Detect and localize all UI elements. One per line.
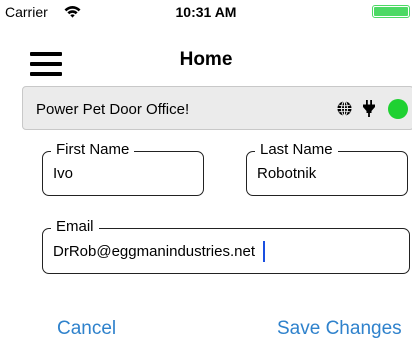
battery-icon: [372, 5, 410, 18]
last-name-field: Last Name: [246, 140, 408, 196]
plug-icon: [363, 100, 375, 117]
first-name-field: First Name: [42, 140, 204, 196]
email-field: Email: [42, 217, 410, 274]
text-cursor: [263, 241, 265, 262]
status-bar: Carrier 10:31 AM: [0, 0, 412, 22]
globe-icon: [337, 101, 352, 116]
connection-status-dot: [388, 99, 408, 119]
cancel-button[interactable]: Cancel: [57, 318, 116, 339]
first-name-input[interactable]: [53, 152, 195, 195]
last-name-input[interactable]: [257, 152, 399, 195]
device-name: Power Pet Door Office!: [36, 101, 190, 118]
email-input[interactable]: [53, 229, 401, 273]
device-bar[interactable]: Power Pet Door Office!: [22, 86, 412, 130]
status-time: 10:31 AM: [175, 4, 237, 20]
nav-bar: Home: [0, 22, 412, 82]
battery-level: [374, 7, 408, 16]
page-title: Home: [179, 49, 233, 70]
save-changes-button[interactable]: Save Changes: [277, 318, 402, 339]
